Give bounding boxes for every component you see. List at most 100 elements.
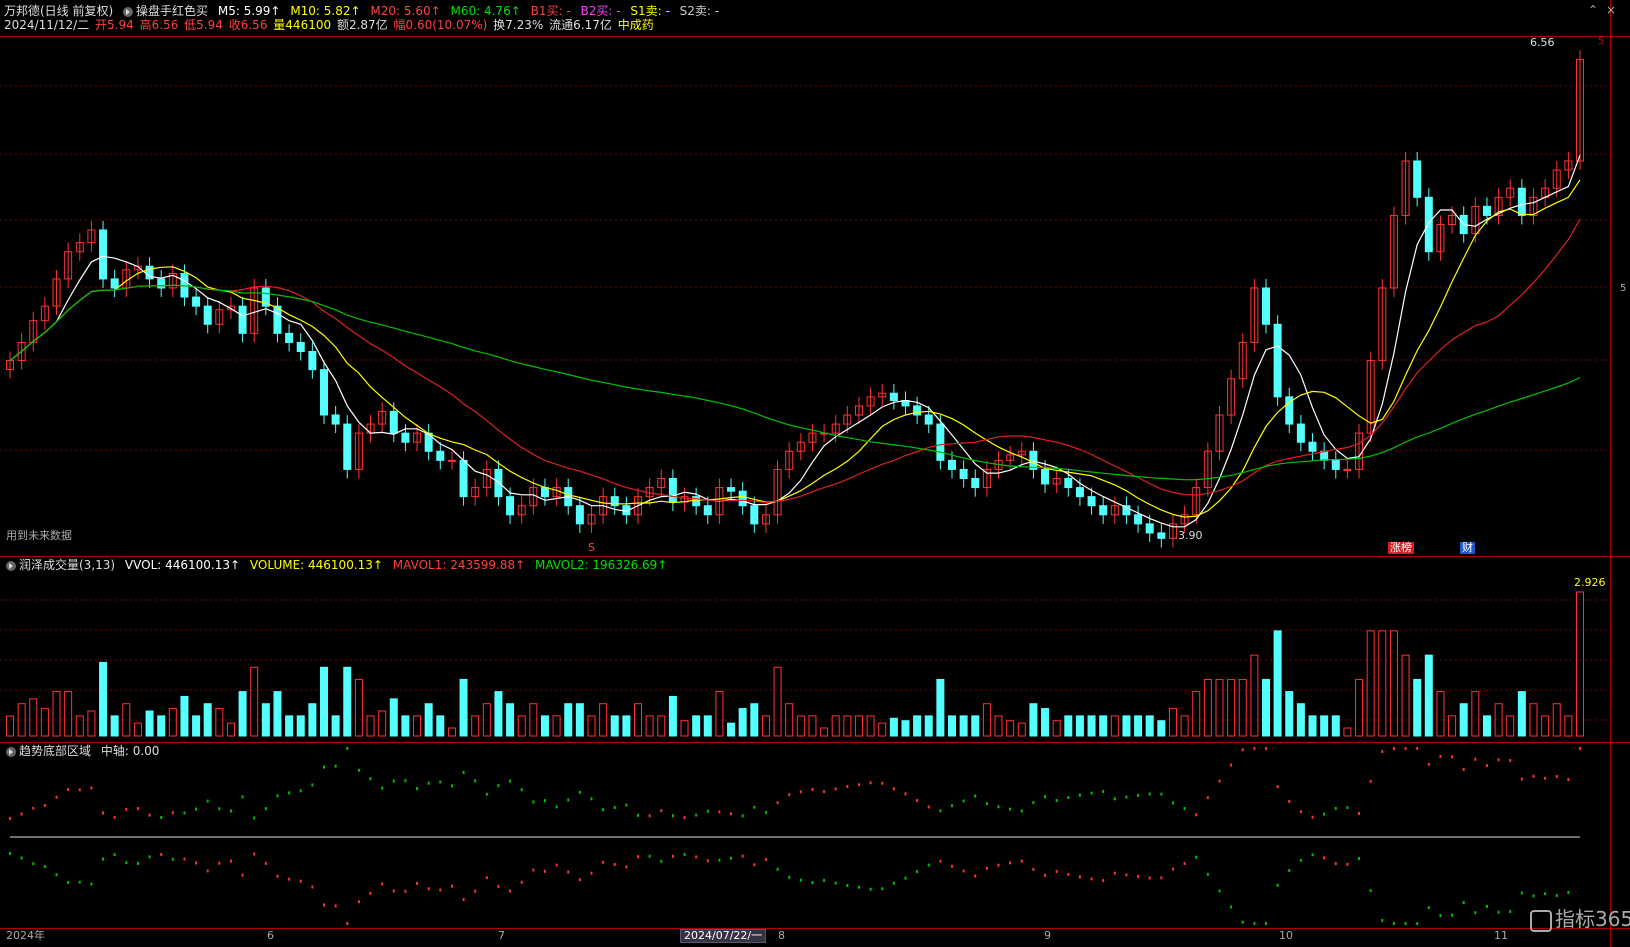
trend-dot-upper (1474, 757, 1477, 761)
main-panel-divider[interactable] (0, 556, 1630, 557)
volume-bar (1168, 708, 1177, 737)
trend-dot-lower (660, 859, 663, 863)
axis-label-sep: 9 (1044, 929, 1051, 942)
candle-body (308, 351, 317, 371)
stock-name[interactable]: 万邦德(日线 前复权) (4, 4, 113, 18)
volume-bar (750, 703, 759, 737)
volume-panel-divider[interactable] (0, 742, 1630, 743)
trend-dot-lower (1253, 922, 1256, 925)
volume-bar (1343, 727, 1352, 737)
kline-chart[interactable] (0, 0, 1630, 947)
finance-badge[interactable]: 财 (1460, 542, 1475, 554)
candle-body (1343, 468, 1352, 471)
close-icon[interactable]: × (1606, 3, 1616, 17)
quote-float: 流通6.17亿 (549, 18, 612, 32)
trend-dot-lower (1102, 879, 1105, 882)
indicator-header: 万邦德(日线 前复权) 操盘手红色买 M5: 5.99↑ M10: 5.82↑ … (4, 4, 725, 18)
indicator-menu-icon[interactable] (123, 6, 134, 17)
trend-dot-lower (299, 879, 302, 883)
trend-dot-upper (578, 790, 581, 794)
trend-dot-upper (671, 814, 674, 818)
trend-dot-upper (916, 798, 919, 802)
trend-dot-upper (160, 815, 163, 819)
volume-bar (517, 715, 526, 737)
trend-dot-upper (334, 764, 337, 768)
candle-body (157, 278, 166, 289)
trend-indicator-name[interactable]: 趋势底部区域 (6, 744, 91, 758)
trend-dot-upper (1416, 747, 1419, 750)
volume-bar (610, 715, 619, 737)
trend-dot-lower (1044, 873, 1047, 877)
candle-body (1296, 423, 1305, 443)
volume-bar (1541, 715, 1550, 737)
volume-bar (1448, 715, 1457, 737)
trend-dot-lower (1520, 891, 1523, 895)
candle-body (1157, 532, 1166, 539)
trend-header: 趋势底部区域 中轴: 0.00 (6, 744, 165, 758)
trend-dot-lower (1392, 922, 1395, 925)
ma20-value: M20: 5.60↑ (370, 4, 441, 18)
volume-indicator-name[interactable]: 润泽成交量(3,13) (6, 558, 115, 572)
s2-value: S2卖: - (679, 4, 720, 18)
candle-body (959, 468, 968, 479)
trend-dot-lower (567, 870, 570, 874)
trend-dot-upper (985, 802, 988, 806)
volume-bar (808, 715, 817, 737)
trend-dot-lower (637, 855, 639, 859)
trend-dot-lower (974, 874, 977, 878)
volume-bar (1401, 654, 1410, 737)
brand-icon (1530, 909, 1552, 932)
volume-bar (1006, 720, 1015, 737)
trend-dot-lower (613, 863, 616, 867)
trend-dot-upper (1032, 801, 1035, 805)
trend-dot-upper (881, 781, 884, 785)
volume-bar (296, 715, 305, 737)
trend-dot-upper (90, 786, 93, 790)
trend-dot-upper (1183, 807, 1186, 811)
expand-icon[interactable]: ⌃ (1588, 3, 1598, 17)
indicator-name[interactable]: 操盘手红色买 (123, 4, 208, 18)
trend-dot-lower (532, 868, 535, 872)
volume-bar (1110, 715, 1119, 737)
volume-menu-icon[interactable] (6, 560, 16, 571)
trend-dot-lower (857, 885, 860, 889)
trend-dot-upper (509, 779, 512, 783)
trend-dot-upper (1020, 809, 1023, 813)
trend-dot-upper (1090, 791, 1093, 795)
trend-menu-icon[interactable] (6, 746, 16, 757)
trend-dot-lower (369, 891, 372, 895)
trend-dot-upper (1358, 811, 1361, 815)
quote-close: 收6.56 (228, 18, 268, 32)
volume-bar (378, 710, 387, 737)
trend-dot-lower (229, 859, 232, 863)
axis-label-year: 2024年 (6, 929, 45, 942)
trend-dot-upper (381, 786, 384, 790)
volume-bar (250, 666, 259, 737)
candle-body (889, 392, 898, 401)
trend-dot-upper (1323, 812, 1326, 816)
trend-dot-upper (834, 787, 837, 791)
trend-dot-lower (846, 883, 849, 887)
limit-up-badge[interactable]: 涨榜 (1388, 542, 1414, 554)
high-price-label: 6.56 (1530, 36, 1555, 49)
trend-dot-upper (1381, 750, 1384, 754)
trend-dot-lower (1171, 867, 1174, 871)
volume-bar (854, 715, 863, 737)
trend-dot-upper (43, 803, 46, 807)
quote-sector[interactable]: 中成药 (618, 18, 654, 32)
volume-bar (1273, 630, 1282, 737)
volume-bar (1029, 703, 1038, 737)
trend-dot-lower (706, 859, 709, 863)
volume-bar (447, 727, 456, 737)
candle-body (692, 496, 701, 507)
trend-dot-upper (1392, 747, 1395, 750)
trend-dot-lower (346, 922, 349, 925)
trend-indicator-label: 趋势底部区域 (19, 744, 92, 758)
volume-bar (133, 722, 142, 737)
candle-body (273, 305, 282, 334)
candle-body (447, 459, 456, 462)
volume-bar (622, 715, 631, 737)
candle-body (936, 423, 945, 461)
candle-body (1331, 459, 1340, 470)
trend-dot-lower (264, 861, 267, 865)
